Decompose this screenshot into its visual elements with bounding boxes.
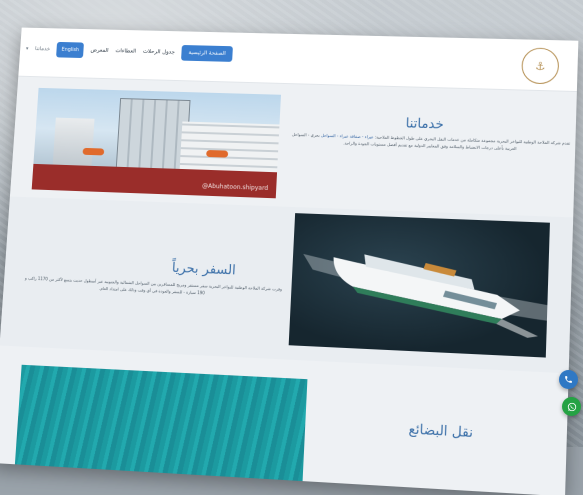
nav-link-gallery[interactable]: المعرض [90,48,108,54]
chevron-down-icon[interactable]: ▾ [26,46,29,52]
ferry-upper-deck [179,121,280,175]
ferry-deck-image: @Abuhatoon.shipyard [31,87,281,199]
company-logo[interactable]: ⚓ [521,47,560,85]
services-highlight-1: عيراء - صفاقة [349,133,374,140]
phone-call-button[interactable] [559,370,578,389]
website-page: ▾ خدماتنا English المعرض العطاءات جدول ا… [0,27,579,495]
lifeboat [82,147,105,156]
services-title: خدماتنا [405,116,445,133]
perspective-stage: ▾ خدماتنا English المعرض العطاءات جدول ا… [0,0,583,495]
nav-link-offers[interactable]: العطاءات [115,48,136,54]
deck-structure [52,117,95,166]
whatsapp-button[interactable] [562,397,581,416]
phone-icon [565,376,572,383]
services-dropdown[interactable]: خدماتنا [35,46,50,52]
ferry-illustration [300,253,550,339]
sea-travel-title: السفر بحرياً [171,260,237,279]
language-button[interactable]: English [56,41,85,59]
navbar: ▾ خدماتنا English المعرض العطاءات جدول ا… [18,27,579,93]
lifeboat [206,149,229,158]
ferry-at-sea-image [288,213,550,358]
whatsapp-icon [567,402,576,411]
sea-travel-text-2: وذلك على امتداد العام. [98,285,137,293]
turquoise-sea-image [14,364,308,494]
services-highlight-2: عيراء - السواحل [320,132,349,139]
nav-link-schedule[interactable]: جدول الرحلات [143,49,175,56]
nav-link-home[interactable]: الصفحة الرئيسية [181,44,234,62]
nav-menu: ▾ خدماتنا English المعرض العطاءات جدول ا… [25,41,234,62]
